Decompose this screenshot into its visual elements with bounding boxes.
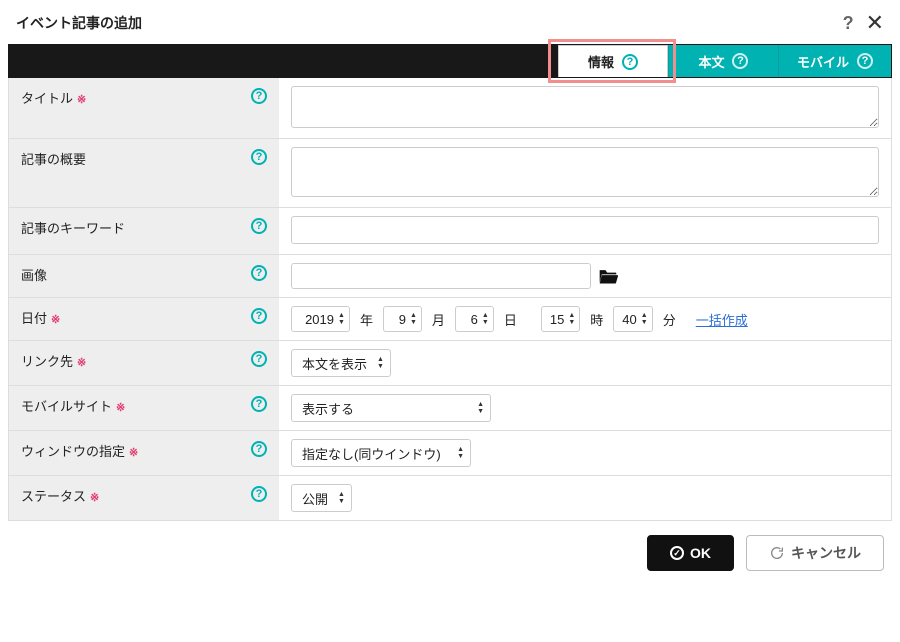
cancel-button-label: キャンセル: [791, 543, 861, 563]
year-value: 2019: [300, 312, 334, 327]
unit-year: 年: [360, 310, 373, 329]
tab-bar: 情報 ? 本文 ? モバイル ?: [8, 44, 892, 78]
required-mark: ※: [77, 93, 86, 106]
hour-stepper[interactable]: 15 ▲▼: [541, 306, 580, 332]
mobilesite-value: 表示する: [302, 399, 354, 418]
dialog-title: イベント記事の追加: [16, 13, 142, 33]
month-stepper[interactable]: 9 ▲▼: [383, 306, 422, 332]
label-keywords: 記事のキーワード: [21, 218, 125, 237]
day-value: 6: [464, 312, 478, 327]
image-path-input[interactable]: [291, 263, 591, 289]
field-help-icon[interactable]: ?: [251, 149, 267, 165]
cancel-button[interactable]: キャンセル: [746, 535, 884, 571]
field-help-icon[interactable]: ?: [251, 308, 267, 324]
field-help-icon[interactable]: ?: [251, 396, 267, 412]
required-mark: ※: [116, 401, 125, 414]
field-help-icon[interactable]: ?: [251, 351, 267, 367]
field-help-icon[interactable]: ?: [251, 265, 267, 281]
tab-info-label: 情報: [588, 52, 614, 71]
linktarget-select[interactable]: 本文を表示 ▲▼: [291, 349, 391, 377]
refresh-icon: [769, 545, 785, 561]
tab-help-icon[interactable]: ?: [622, 54, 638, 70]
status-value: 公開: [302, 489, 328, 508]
field-help-icon[interactable]: ?: [251, 441, 267, 457]
title-input[interactable]: [291, 86, 879, 128]
label-linktarget: リンク先: [21, 351, 73, 370]
year-stepper[interactable]: 2019 ▲▼: [291, 306, 350, 332]
label-windowspec: ウィンドウの指定: [21, 441, 125, 460]
tab-help-icon[interactable]: ?: [732, 53, 748, 69]
label-status: ステータス: [21, 486, 86, 505]
linktarget-value: 本文を表示: [302, 354, 367, 373]
select-arrows-icon: ▲▼: [477, 401, 484, 415]
select-arrows-icon: ▲▼: [338, 491, 345, 505]
form-area: タイトル ※ ? 記事の概要 ?: [8, 78, 892, 521]
label-image: 画像: [21, 265, 47, 284]
close-icon[interactable]: ✕: [866, 12, 884, 34]
stepper-arrows-icon[interactable]: ▲▼: [568, 312, 575, 326]
tab-mobile-label: モバイル: [797, 52, 849, 71]
unit-day: 日: [504, 310, 517, 329]
tab-mobile[interactable]: モバイル ?: [778, 45, 891, 77]
select-arrows-icon: ▲▼: [377, 356, 384, 370]
field-help-icon[interactable]: ?: [251, 218, 267, 234]
stepper-arrows-icon[interactable]: ▲▼: [410, 312, 417, 326]
required-mark: ※: [90, 491, 99, 504]
required-mark: ※: [51, 313, 60, 326]
check-circle-icon: ✓: [670, 546, 684, 560]
tab-body[interactable]: 本文 ?: [668, 45, 778, 77]
tab-info[interactable]: 情報 ?: [558, 45, 668, 77]
unit-minute: 分: [663, 310, 676, 329]
keywords-input[interactable]: [291, 216, 879, 244]
tab-help-icon[interactable]: ?: [857, 53, 873, 69]
mobilesite-select[interactable]: 表示する ▲▼: [291, 394, 491, 422]
tab-body-label: 本文: [698, 52, 724, 71]
stepper-arrows-icon[interactable]: ▲▼: [338, 312, 345, 326]
minute-stepper[interactable]: 40 ▲▼: [613, 306, 652, 332]
required-mark: ※: [77, 356, 86, 369]
folder-open-icon[interactable]: [597, 267, 619, 285]
label-date: 日付: [21, 308, 47, 327]
day-stepper[interactable]: 6 ▲▼: [455, 306, 494, 332]
minute-value: 40: [622, 312, 636, 327]
hour-value: 15: [550, 312, 564, 327]
ok-button-label: OK: [690, 545, 711, 561]
field-help-icon[interactable]: ?: [251, 88, 267, 104]
stepper-arrows-icon[interactable]: ▲▼: [641, 312, 648, 326]
unit-month: 月: [432, 310, 445, 329]
windowspec-value: 指定なし(同ウインドウ): [302, 444, 441, 463]
ok-button[interactable]: ✓ OK: [647, 535, 734, 571]
label-summary: 記事の概要: [21, 149, 86, 168]
help-icon[interactable]: ?: [843, 13, 854, 34]
status-select[interactable]: 公開 ▲▼: [291, 484, 352, 512]
unit-hour: 時: [590, 310, 603, 329]
stepper-arrows-icon[interactable]: ▲▼: [482, 312, 489, 326]
label-mobilesite: モバイルサイト: [21, 396, 112, 415]
summary-input[interactable]: [291, 147, 879, 197]
required-mark: ※: [129, 446, 138, 459]
select-arrows-icon: ▲▼: [457, 446, 464, 460]
windowspec-select[interactable]: 指定なし(同ウインドウ) ▲▼: [291, 439, 471, 467]
label-title: タイトル: [21, 88, 73, 107]
batch-create-link[interactable]: 一括作成: [696, 310, 748, 329]
field-help-icon[interactable]: ?: [251, 486, 267, 502]
month-value: 9: [392, 312, 406, 327]
